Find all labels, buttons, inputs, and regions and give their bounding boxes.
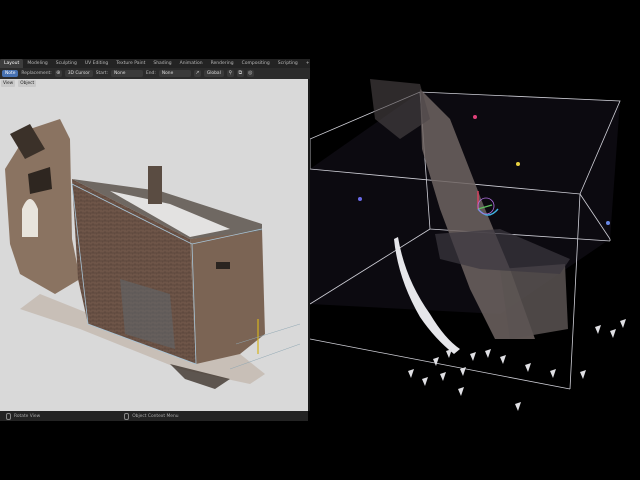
viewport-left[interactable]: View Object — [0, 79, 308, 411]
status-bar: Rotate View Object Context Menu — [0, 411, 308, 421]
orientation-dropdown[interactable]: Global — [203, 70, 224, 77]
tab-layout[interactable]: Layout — [0, 59, 24, 68]
tab-modeling[interactable]: Modeling — [23, 59, 51, 68]
tab-texture-paint[interactable]: Texture Paint — [112, 59, 149, 68]
pivot-icon[interactable]: ⚲ — [226, 70, 234, 77]
building-scan-render — [5, 119, 301, 389]
tab-sculpting[interactable]: Sculpting — [52, 59, 81, 68]
replacement-label: Replacement: — [21, 71, 52, 76]
transform-orientation-icon: ↗ — [193, 70, 201, 77]
viewport-menu: View Object — [1, 80, 37, 87]
tab-animation[interactable]: Animation — [176, 59, 207, 68]
mouse-middle-icon — [6, 412, 11, 420]
start-label: Start: — [95, 71, 108, 76]
viewport-header: Note Replacement: ⊕ 3D Cursor Start: Non… — [0, 68, 310, 79]
viewport-right[interactable] — [310, 59, 640, 421]
light-point[interactable] — [606, 221, 610, 225]
tab-compositing[interactable]: Compositing — [238, 59, 274, 68]
mode-dropdown[interactable]: Note — [2, 70, 19, 77]
tab-shading[interactable]: Shading — [149, 59, 175, 68]
tab-uv-editing[interactable]: UV Editing — [81, 59, 112, 68]
snap-icon[interactable]: ⧉ — [236, 70, 244, 77]
light-point[interactable] — [358, 197, 362, 201]
view-menu[interactable]: View — [1, 80, 16, 87]
status-context-menu: Object Context Menu — [132, 413, 179, 419]
blender-window: Layout Modeling Sculpting UV Editing Tex… — [0, 59, 640, 421]
proportional-edit-icon[interactable]: ◎ — [246, 70, 254, 77]
status-rotate-view: Rotate View — [14, 413, 41, 419]
tab-scripting[interactable]: Scripting — [274, 59, 302, 68]
end-dropdown[interactable]: None — [158, 70, 191, 77]
end-label: End: — [145, 71, 156, 76]
start-dropdown[interactable]: None — [110, 70, 143, 77]
workspace-tab-bar: Layout Modeling Sculpting UV Editing Tex… — [0, 59, 310, 68]
building-side-wall — [190, 229, 265, 364]
light-point[interactable] — [473, 115, 477, 119]
cursor-dropdown[interactable]: 3D Cursor — [64, 70, 93, 77]
object-menu[interactable]: Object — [18, 80, 37, 87]
mouse-right-icon — [124, 412, 130, 420]
cursor-icon: ⊕ — [54, 70, 62, 77]
point-cloud-view — [310, 79, 626, 411]
light-point[interactable] — [516, 162, 520, 166]
chimney — [148, 166, 162, 204]
tab-rendering[interactable]: Rendering — [207, 59, 238, 68]
